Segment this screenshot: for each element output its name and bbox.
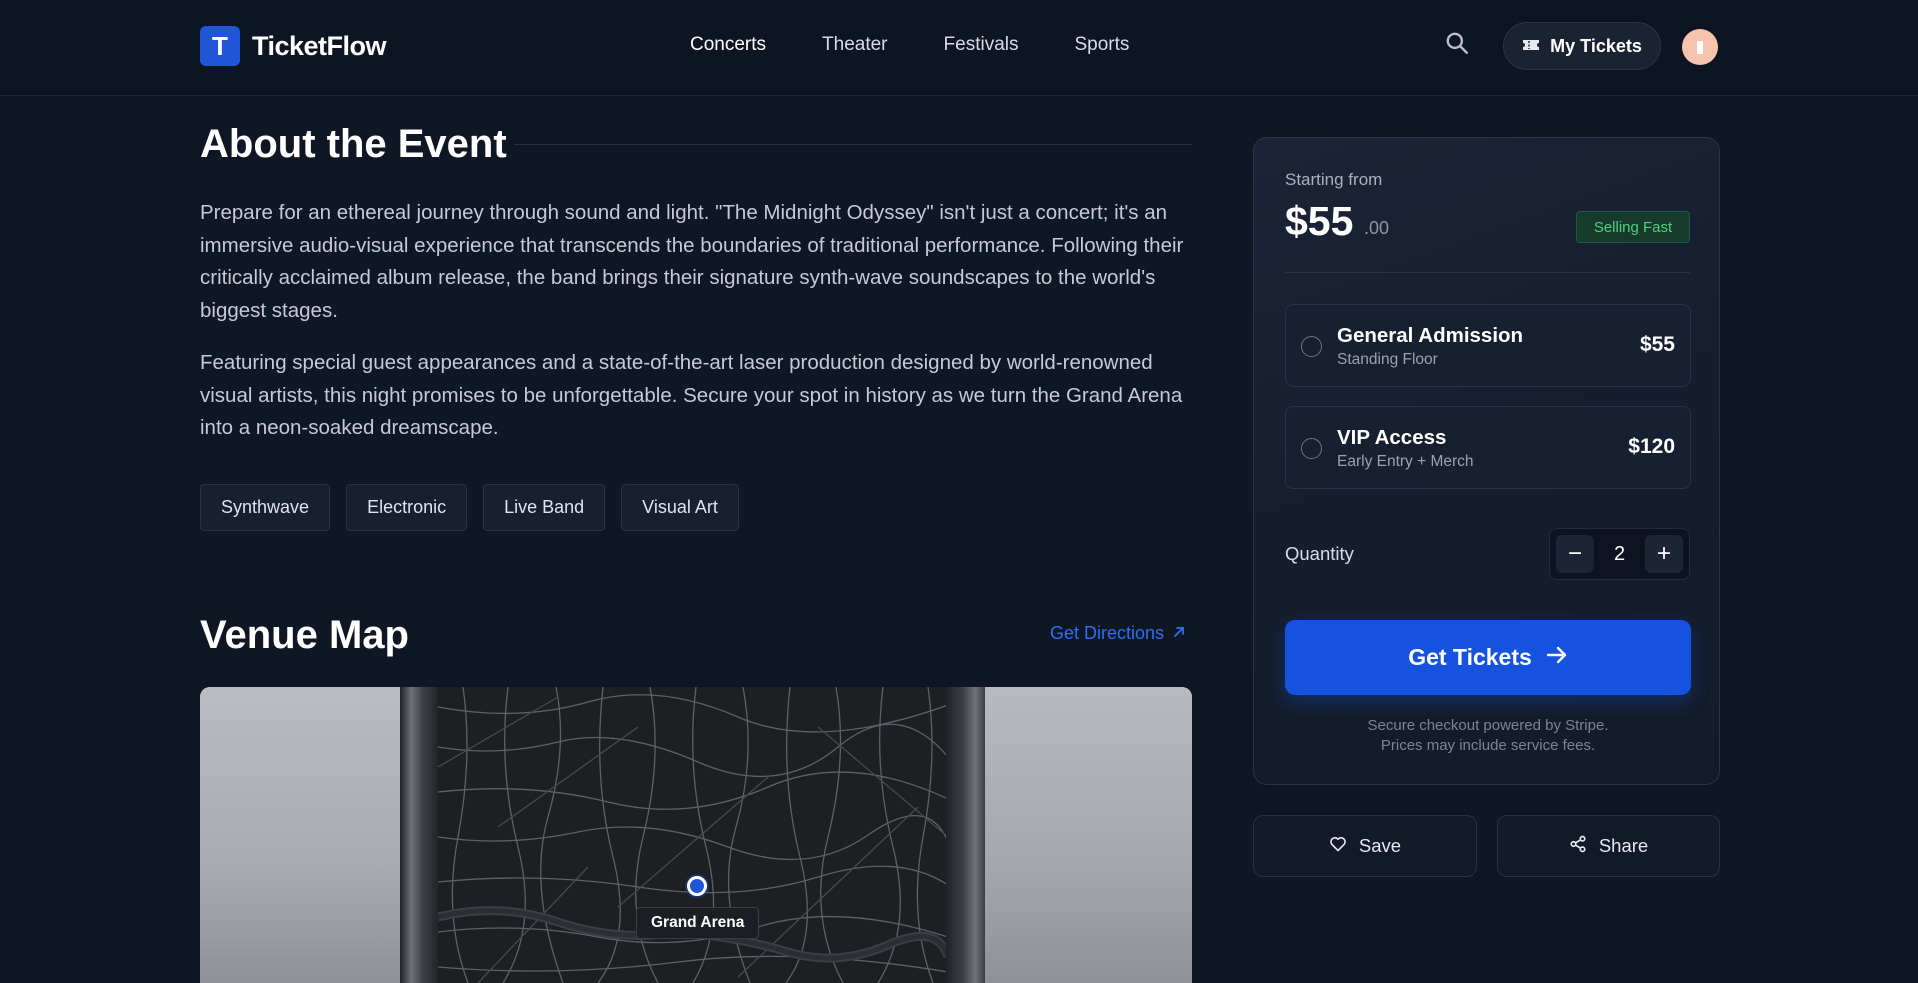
get-directions-label: Get Directions	[1050, 623, 1165, 643]
tag-live-band[interactable]: Live Band	[483, 484, 606, 531]
venue-map[interactable]: Grand Arena	[200, 687, 1192, 983]
ticket-option-price: $55	[1639, 333, 1675, 356]
starting-from-label: Starting from	[1285, 170, 1383, 189]
arrow-right-icon	[1546, 644, 1568, 671]
card-divider	[1285, 272, 1690, 273]
nav-theater[interactable]: Theater	[822, 34, 887, 56]
genre-tags: Synthwave Electronic Live Band Visual Ar…	[200, 484, 739, 531]
get-tickets-button[interactable]: Get Tickets	[1285, 620, 1691, 695]
search-icon[interactable]	[1444, 30, 1470, 56]
ticket-icon	[1522, 36, 1540, 57]
main-nav: Concerts Theater Festivals Sports	[690, 34, 1185, 56]
heart-icon	[1329, 835, 1347, 857]
quantity-stepper: − 2 +	[1549, 528, 1690, 580]
site-header: T TicketFlow Concerts Theater Festivals …	[0, 0, 1918, 96]
nav-concerts[interactable]: Concerts	[690, 34, 766, 56]
get-tickets-label: Get Tickets	[1408, 644, 1532, 670]
my-tickets-label: My Tickets	[1550, 35, 1642, 56]
tag-electronic[interactable]: Electronic	[346, 484, 468, 531]
tag-synthwave[interactable]: Synthwave	[200, 484, 331, 531]
get-directions-link[interactable]: Get Directions	[1050, 623, 1186, 644]
share-button[interactable]: Share	[1497, 815, 1720, 877]
ticket-option-subtitle: Early Entry + Merch	[1337, 453, 1474, 470]
my-tickets-button[interactable]: My Tickets	[1503, 22, 1661, 70]
map-side-panel	[200, 687, 405, 983]
quantity-label: Quantity	[1285, 543, 1354, 564]
about-paragraph-2: Featuring special guest appearances and …	[200, 351, 1183, 439]
ticket-option-name: VIP Access	[1337, 426, 1447, 449]
ticket-card: Starting from $55 .00 Selling Fast Gener…	[1253, 137, 1720, 785]
starting-price-cents: .00	[1364, 218, 1390, 238]
ticket-option-subtitle: Standing Floor	[1337, 351, 1438, 368]
avatar[interactable]	[1682, 29, 1718, 65]
location-pin-icon[interactable]	[687, 876, 707, 896]
arrow-up-right-icon	[1172, 623, 1186, 644]
ticket-option-price: $120	[1628, 435, 1675, 458]
share-icon	[1569, 835, 1587, 858]
nav-festivals[interactable]: Festivals	[944, 34, 1019, 56]
logo[interactable]: T TicketFlow	[200, 26, 387, 66]
about-paragraph-1: Prepare for an ethereal journey through …	[200, 201, 1184, 322]
venue-title: Venue Map	[200, 613, 409, 657]
status-badge: Selling Fast	[1576, 211, 1690, 243]
venue-pin-label: Grand Arena	[636, 907, 760, 939]
logo-text: TicketFlow	[252, 30, 387, 61]
checkout-note-line-2: Prices may include service fees.	[1380, 737, 1596, 754]
nav-sports[interactable]: Sports	[1074, 34, 1129, 56]
ticket-option-name: General Admission	[1337, 324, 1524, 347]
save-button[interactable]: Save	[1253, 815, 1477, 877]
ticket-option-vip[interactable]: VIP Access Early Entry + Merch $120	[1285, 406, 1691, 489]
starting-price: $55	[1285, 198, 1354, 244]
save-label: Save	[1358, 835, 1402, 856]
title-divider	[514, 144, 1192, 145]
ticket-option-general[interactable]: General Admission Standing Floor $55	[1285, 304, 1691, 387]
radio-button[interactable]	[1301, 438, 1322, 459]
increment-button[interactable]: +	[1645, 535, 1683, 573]
checkout-note: Secure checkout powered by Stripe. Price…	[1285, 716, 1691, 756]
map-edge	[946, 687, 988, 983]
share-label: Share	[1598, 835, 1649, 856]
map-edge	[400, 687, 438, 983]
tag-visual-art[interactable]: Visual Art	[621, 484, 739, 531]
logo-mark: T	[200, 26, 240, 66]
map-side-panel	[985, 687, 1192, 983]
about-title: About the Event	[200, 122, 507, 166]
radio-button[interactable]	[1301, 336, 1322, 357]
checkout-note-line-1: Secure checkout powered by Stripe.	[1367, 717, 1609, 734]
